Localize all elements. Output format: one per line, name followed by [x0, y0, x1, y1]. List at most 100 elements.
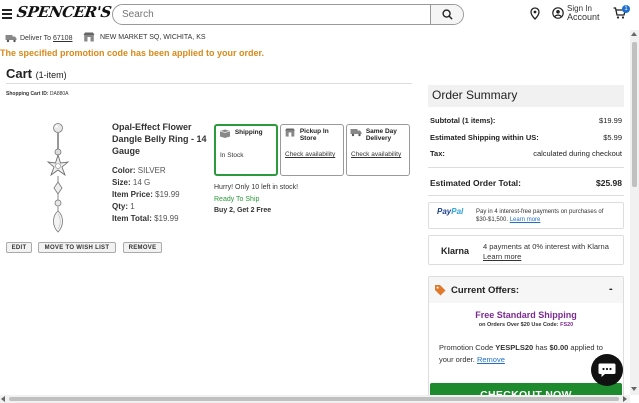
scroll-thumb[interactable]	[9, 397, 619, 401]
menu-icon[interactable]	[2, 9, 12, 19]
promo-text-1: Promotion Code	[439, 343, 494, 352]
same-day-check-availability[interactable]: Check availability	[351, 151, 401, 158]
order-total-value: $25.98	[596, 178, 622, 188]
price-value: $19.99	[155, 190, 180, 199]
shipping-row: Estimated Shipping within US: $5.99	[430, 133, 622, 142]
klarna-description: 4 payments at 0% interest with Klarna	[483, 242, 609, 251]
remove-button[interactable]: REMOVE	[123, 242, 162, 253]
site-header: SPENCER'S Sign In Account 1	[0, 0, 639, 30]
product-color: Color: SILVER	[112, 166, 166, 175]
horizontal-scrollbar[interactable]	[0, 395, 630, 403]
product-image[interactable]	[38, 122, 78, 234]
promo-applied-message: The specified promotion code has been ap…	[0, 48, 265, 58]
klarna-learn-more[interactable]: Learn more	[483, 252, 521, 261]
pickup-check-availability[interactable]: Check availability	[285, 151, 335, 158]
product-total: Item Total: $19.99	[112, 214, 179, 223]
size-label: Size:	[112, 178, 131, 187]
shipping-option[interactable]: Shipping In Stock	[214, 124, 278, 176]
paypal-logo-part2: Pal	[451, 207, 464, 216]
order-total-row: Estimated Order Total: $25.98	[430, 178, 622, 188]
store-icon	[285, 128, 295, 137]
move-to-wishlist-button[interactable]: MOVE TO WISH LIST	[38, 242, 116, 253]
tax-label: Tax:	[430, 149, 445, 158]
truck-icon	[350, 129, 362, 137]
stock-warning: Hurry! Only 10 left in stock!	[214, 184, 299, 191]
product-name[interactable]: Opal-Effect Flower Dangle Belly Ring - 1…	[112, 121, 210, 157]
scroll-down-arrow[interactable]	[631, 387, 637, 391]
chat-button[interactable]	[591, 354, 623, 386]
order-summary-title: Order Summary	[428, 85, 624, 107]
item-total-label: Item Total:	[112, 214, 152, 223]
subtotal-label: Subtotal (1 items):	[430, 116, 496, 125]
search-icon	[441, 9, 453, 20]
color-value: SILVER	[137, 166, 166, 175]
order-total-label: Estimated Order Total:	[430, 178, 521, 188]
current-offers-title: Current Offers:	[451, 285, 520, 296]
site-logo[interactable]: SPENCER'S	[16, 3, 113, 21]
scroll-thumb[interactable]	[632, 42, 637, 187]
shipping-option-status: In Stock	[220, 152, 244, 159]
same-day-option-title: Same Day Delivery	[365, 128, 397, 142]
paypal-logo: PayPal	[437, 208, 463, 216]
promo-text-2: has	[535, 343, 548, 352]
edit-button[interactable]: EDIT	[6, 242, 32, 253]
klarna-logo: Klarna	[441, 246, 470, 256]
search-bar	[112, 4, 464, 25]
same-day-option[interactable]: Same Day Delivery Check availability	[346, 124, 410, 176]
cart-id-label: Shopping Cart ID:	[6, 91, 49, 97]
remove-promo-link[interactable]: Remove	[477, 355, 505, 364]
collapse-toggle[interactable]: -	[609, 283, 613, 295]
vertical-scrollbar[interactable]	[630, 30, 639, 395]
scroll-left-arrow[interactable]	[1, 396, 5, 402]
search-input[interactable]	[113, 5, 430, 24]
paypal-text: Pay in 4 interest-free payments on purch…	[476, 208, 620, 224]
current-offers-header[interactable]: Current Offers: -	[429, 277, 623, 303]
promo-code: YESPLS20	[495, 343, 534, 352]
truck-icon	[5, 34, 17, 42]
signin-link[interactable]: Sign In Account	[567, 5, 600, 22]
subtotal-value: $19.99	[599, 116, 622, 125]
store-selector[interactable]: NEW MARKET SQ, WICHITA, KS	[83, 32, 206, 42]
free-shipping-headline: Free Standard Shipping	[475, 310, 577, 320]
deliver-label: Deliver To	[20, 34, 51, 42]
divider	[428, 195, 624, 196]
chat-bubble-icon	[598, 363, 616, 377]
zip-link[interactable]: 67108	[53, 35, 72, 42]
shipping-value: $5.99	[603, 133, 622, 142]
scroll-up-arrow[interactable]	[631, 32, 637, 36]
product-price: Item Price: $19.99	[112, 190, 180, 199]
product-qty[interactable]: Qty: 1	[112, 202, 135, 211]
cart-count-badge: 1	[622, 5, 630, 13]
pickup-option[interactable]: Pickup In Store Check availability	[280, 124, 344, 176]
color-label: Color:	[112, 166, 136, 175]
divider	[428, 167, 624, 168]
divider	[6, 83, 412, 84]
cart-item-count: (1-item)	[35, 70, 67, 80]
location-pin-icon[interactable]	[530, 7, 540, 20]
paypal-learn-more[interactable]: Learn more	[510, 217, 541, 223]
tax-value: calculated during checkout	[533, 149, 622, 158]
free-shipping-details: on Orders Over $20 Use Code: FS20	[429, 322, 623, 328]
pickup-option-title: Pickup In Store	[299, 128, 329, 142]
deliver-to[interactable]: Deliver To 67108	[5, 32, 72, 44]
qty-label: Qty:	[112, 202, 128, 211]
search-button[interactable]	[430, 5, 463, 24]
store-name: NEW MARKET SQ, WICHITA, KS	[100, 33, 206, 41]
ready-to-ship: Ready To Ship	[214, 196, 260, 203]
promo-deal: Buy 2, Get 2 Free	[214, 207, 272, 214]
scroll-right-arrow[interactable]	[623, 396, 627, 402]
price-label: Item Price:	[112, 190, 153, 199]
klarna-banner: Klarna 4 payments at 0% interest with Kl…	[428, 235, 624, 265]
subtotal-row: Subtotal (1 items): $19.99	[430, 116, 622, 125]
free-shipping-sub: on Orders Over $20 Use Code:	[478, 322, 559, 328]
tax-row: Tax: calculated during checkout	[430, 149, 622, 158]
account-label: Account	[567, 12, 600, 22]
qty-value: 1	[130, 202, 135, 211]
product-size: Size: 14 G	[112, 178, 150, 187]
cart-id: Shopping Cart ID: DA880A	[6, 91, 69, 97]
shipping-option-title: Shipping	[234, 129, 263, 136]
cart-title-text: Cart	[6, 66, 33, 81]
account-icon[interactable]	[552, 7, 564, 19]
box-icon	[219, 129, 231, 138]
promo-amount: $0.00	[549, 343, 569, 352]
